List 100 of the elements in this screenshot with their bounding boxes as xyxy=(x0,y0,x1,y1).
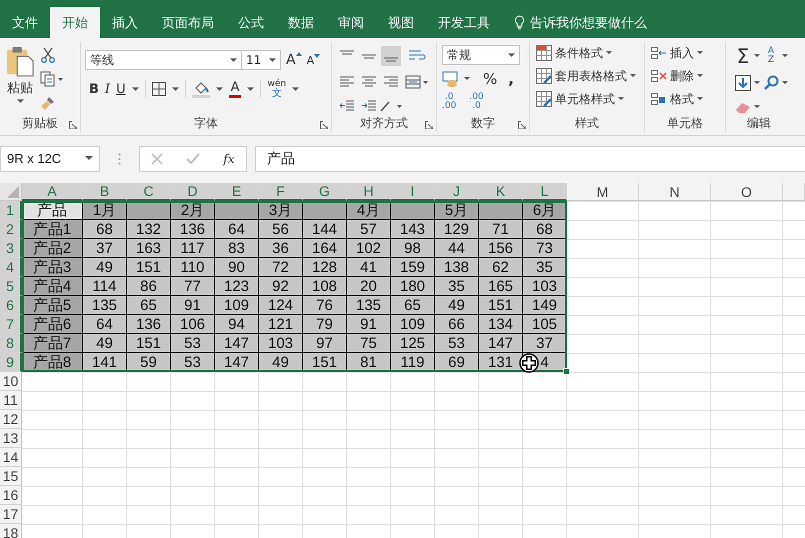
autosum-button[interactable]: Σ xyxy=(736,46,750,66)
column-header[interactable]: O xyxy=(711,183,783,201)
row-header[interactable]: 16 xyxy=(0,486,22,505)
styles-menu-button[interactable]: 单元格样式 xyxy=(536,90,640,108)
paste-button[interactable]: 粘贴 xyxy=(6,45,34,115)
caret-icon[interactable] xyxy=(16,99,24,104)
bottom-align-icon[interactable] xyxy=(381,46,401,66)
right-align-icon[interactable] xyxy=(383,76,399,88)
font-color-button[interactable]: A xyxy=(228,80,242,98)
ribbon-tab[interactable]: 文件 xyxy=(0,7,50,38)
row-header[interactable]: 7 xyxy=(0,315,22,334)
caret-icon[interactable] xyxy=(782,54,788,58)
sort-filter-button[interactable]: A Z xyxy=(768,46,774,65)
ribbon-tab[interactable]: 视图 xyxy=(376,7,426,38)
decrease-indent-icon[interactable] xyxy=(339,100,355,112)
column-header[interactable]: F xyxy=(259,183,303,201)
ribbon-tab[interactable]: 插入 xyxy=(100,7,150,38)
row-header[interactable]: 11 xyxy=(0,391,22,410)
column-header[interactable]: K xyxy=(479,183,523,201)
merge-center-icon[interactable] xyxy=(405,75,429,90)
column-header[interactable]: D xyxy=(171,183,215,201)
comma-button[interactable]: , xyxy=(508,70,514,88)
caret-icon[interactable] xyxy=(172,86,179,92)
row-header[interactable]: 18 xyxy=(0,524,22,538)
fill-down-icon[interactable] xyxy=(735,75,751,92)
cells-menu-button[interactable]: 删除 xyxy=(651,67,721,85)
decrease-decimal-button[interactable]: .00 .0 xyxy=(469,93,484,111)
scissors-icon[interactable] xyxy=(40,47,56,63)
column-header[interactable]: M xyxy=(567,183,639,201)
column-header[interactable]: I xyxy=(391,183,435,201)
column-header[interactable]: J xyxy=(435,183,479,201)
insert-function-button[interactable]: fx xyxy=(223,152,235,166)
format-painter-icon[interactable] xyxy=(40,95,56,111)
ribbon-tab[interactable]: 数据 xyxy=(276,7,326,38)
column-header[interactable]: L xyxy=(523,183,567,201)
copy-icon[interactable] xyxy=(40,71,64,87)
row-header[interactable]: 2 xyxy=(0,220,22,239)
font-name-dropdown[interactable]: 等线 xyxy=(85,50,242,70)
percent-button[interactable]: % xyxy=(483,70,498,88)
row-header[interactable]: 3 xyxy=(0,239,22,258)
check-icon[interactable] xyxy=(186,152,200,164)
caret-icon[interactable] xyxy=(754,105,760,110)
row-header[interactable]: 15 xyxy=(0,467,22,486)
cells-menu-button[interactable]: 格式 xyxy=(651,90,721,108)
fill-handle[interactable] xyxy=(563,368,570,375)
cells-menu-button[interactable]: 插入 xyxy=(651,44,721,62)
column-header[interactable]: N xyxy=(639,183,711,201)
caret-icon[interactable] xyxy=(782,81,788,86)
caret-icon[interactable] xyxy=(230,58,237,62)
ribbon-tab[interactable]: 页面布局 xyxy=(150,7,226,38)
increase-indent-icon[interactable] xyxy=(361,100,377,112)
row-header[interactable]: 12 xyxy=(0,410,22,429)
column-header[interactable]: H xyxy=(347,183,391,201)
row-header[interactable]: 1 xyxy=(0,201,22,220)
left-align-icon[interactable] xyxy=(339,76,355,88)
caret-icon[interactable] xyxy=(508,52,515,58)
row-header[interactable]: 10 xyxy=(0,372,22,391)
ribbon-tab[interactable]: 开发工具 xyxy=(426,7,502,38)
fill-bucket-icon[interactable] xyxy=(192,80,210,98)
name-box[interactable]: 9R x 12C xyxy=(0,146,100,172)
phonetic-guide-button[interactable]: wén 文 xyxy=(267,80,286,98)
dialog-launcher-icon[interactable] xyxy=(425,121,433,129)
caret-icon[interactable] xyxy=(754,81,760,86)
search-icon[interactable] xyxy=(763,75,779,92)
row-header[interactable]: 6 xyxy=(0,296,22,315)
dialog-launcher-icon[interactable] xyxy=(518,121,526,129)
formula-field[interactable]: 产品 xyxy=(255,146,805,172)
caret-icon[interactable] xyxy=(132,86,139,92)
center-align-icon[interactable] xyxy=(361,76,377,88)
currency-icon[interactable] xyxy=(442,71,472,87)
number-format-dropdown[interactable]: 常规 xyxy=(442,45,520,65)
row-header[interactable]: 13 xyxy=(0,429,22,448)
row-header[interactable]: 14 xyxy=(0,448,22,467)
row-header[interactable]: 4 xyxy=(0,258,22,277)
row-header[interactable]: 9 xyxy=(0,353,22,372)
column-header[interactable]: C xyxy=(127,183,171,201)
increase-decimal-button[interactable]: .0 .00 xyxy=(442,93,456,111)
bold-button[interactable]: B xyxy=(89,82,99,96)
column-header[interactable]: G xyxy=(303,183,347,201)
dialog-launcher-icon[interactable] xyxy=(69,121,77,129)
tell-me-search[interactable]: 告诉我你想要做什么 xyxy=(502,7,647,38)
shrink-font-button[interactable]: A xyxy=(306,54,320,66)
row-header[interactable]: 17 xyxy=(0,505,22,524)
caret-icon[interactable] xyxy=(292,86,300,92)
dialog-launcher-icon[interactable] xyxy=(320,121,328,129)
grow-font-button[interactable]: A xyxy=(286,52,302,68)
underline-button[interactable]: U xyxy=(116,82,126,96)
caret-icon[interactable] xyxy=(269,58,276,62)
row-header[interactable]: 5 xyxy=(0,277,22,296)
column-header[interactable]: B xyxy=(83,183,127,201)
font-size-dropdown[interactable]: 11 xyxy=(241,50,281,70)
orientation-icon[interactable] xyxy=(379,99,403,114)
ribbon-tab[interactable]: 开始 xyxy=(50,7,100,38)
borders-icon[interactable] xyxy=(152,82,166,96)
styles-menu-button[interactable]: 条件格式 xyxy=(536,44,640,62)
styles-menu-button[interactable]: 套用表格格式 xyxy=(536,67,640,85)
italic-button[interactable]: I xyxy=(104,82,110,96)
caret-icon[interactable] xyxy=(754,54,760,58)
caret-icon[interactable] xyxy=(85,156,93,161)
column-header[interactable]: A xyxy=(22,183,83,201)
